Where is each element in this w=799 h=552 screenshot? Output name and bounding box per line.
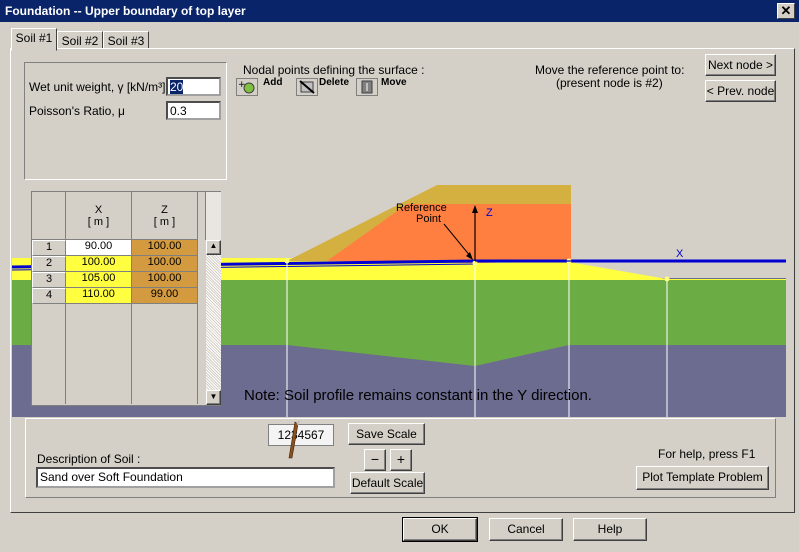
- zoom-in-button[interactable]: +: [390, 449, 412, 471]
- nodal-table[interactable]: X [ m ] Z [ m ] 1 90.00 100.00 2 100.00 …: [31, 191, 221, 406]
- tab-soil-3-label: Soil #3: [107, 34, 145, 48]
- row-number[interactable]: 1: [32, 240, 66, 256]
- node-point-1[interactable]: [284, 258, 290, 264]
- table-vertical-scrollbar[interactable]: ▲ ▼: [206, 192, 221, 405]
- window-title-bar: Foundation -- Upper boundary of top laye…: [0, 0, 799, 22]
- soil-description-label: Description of Soil :: [37, 452, 141, 466]
- row-number[interactable]: 4: [32, 288, 66, 304]
- zoom-in-icon: +: [396, 451, 406, 467]
- row-number[interactable]: 3: [32, 272, 66, 288]
- z-column-header: Z [ m ]: [132, 192, 198, 240]
- zoom-out-button[interactable]: −: [364, 449, 386, 471]
- table-separator: [197, 304, 198, 404]
- next-node-button[interactable]: Next node >: [705, 54, 776, 76]
- x-header-text: X: [94, 204, 103, 216]
- unit-weight-label: Wet unit weight, γ [kN/m³]: [29, 80, 166, 94]
- delete-node-button[interactable]: [296, 78, 318, 96]
- table-cell-z[interactable]: 100.00: [132, 272, 198, 288]
- header-filler: [198, 192, 206, 240]
- table-separator: [131, 304, 132, 404]
- table-cell-x[interactable]: 105.00: [66, 272, 132, 288]
- scale-pointer-icon[interactable]: [286, 420, 300, 464]
- tab-soil-1-label: Soil #1: [15, 31, 53, 45]
- z-header-text: Z: [161, 204, 168, 216]
- window-title: Foundation -- Upper boundary of top laye…: [5, 4, 246, 18]
- table-cell-x[interactable]: 90.00: [66, 240, 132, 256]
- reference-point-label-2: Point: [416, 213, 441, 225]
- scale-ruler[interactable]: 1234567: [268, 424, 334, 446]
- poisson-ratio-label: Poisson's Ratio, μ: [29, 104, 125, 118]
- save-scale-button[interactable]: Save Scale: [348, 423, 425, 445]
- add-node-icon: +: [238, 80, 255, 94]
- constant-y-note: Note: Soil profile remains constant in t…: [244, 387, 592, 404]
- unit-weight-value: 20: [170, 80, 184, 94]
- ok-button[interactable]: OK: [402, 517, 478, 542]
- prev-node-button[interactable]: < Prev. node: [705, 80, 776, 102]
- z-axis-label: Z: [486, 207, 493, 219]
- z-header-unit: [ m ]: [153, 216, 176, 228]
- add-node-button[interactable]: +: [236, 78, 258, 96]
- table-cell-z[interactable]: 100.00: [132, 256, 198, 272]
- present-node-indicator: (present node is #2): [556, 76, 663, 90]
- node-point-4[interactable]: [664, 276, 670, 282]
- scale-ruler-text: 1234567: [277, 428, 325, 442]
- row-number[interactable]: 2: [32, 256, 66, 272]
- table-cell-z[interactable]: 99.00: [132, 288, 198, 304]
- unit-weight-input[interactable]: 20: [166, 77, 221, 96]
- zoom-out-icon: −: [370, 451, 380, 467]
- close-button[interactable]: ✕: [777, 3, 795, 19]
- x-header-unit: [ m ]: [87, 216, 110, 228]
- svg-text:+: +: [238, 80, 246, 90]
- x-column-header: X [ m ]: [66, 192, 132, 240]
- add-node-label: Add: [263, 77, 283, 88]
- table-cell-z[interactable]: 100.00: [132, 240, 198, 256]
- move-node-icon: [361, 80, 373, 94]
- delete-node-label: Delete: [319, 77, 350, 88]
- plot-template-button[interactable]: Plot Template Problem: [636, 466, 769, 490]
- poisson-ratio-input[interactable]: 0.3: [166, 101, 221, 120]
- default-scale-button[interactable]: Default Scale: [350, 472, 425, 494]
- table-separator: [65, 304, 66, 404]
- scroll-up-button[interactable]: ▲: [206, 240, 221, 255]
- tab-soil-1[interactable]: Soil #1: [11, 28, 57, 51]
- help-hint: For help, press F1: [658, 447, 756, 461]
- x-axis-label: X: [676, 248, 684, 260]
- nodal-points-heading: Nodal points defining the surface :: [243, 63, 425, 77]
- table-cell-x[interactable]: 110.00: [66, 288, 132, 304]
- scroll-down-button[interactable]: ▼: [206, 390, 221, 405]
- reference-instruction: Move the reference point to:: [535, 63, 685, 77]
- arrow-down-icon: ▼: [209, 392, 218, 401]
- scroll-track[interactable]: [206, 255, 221, 390]
- soil-description-input[interactable]: Sand over Soft Foundation: [36, 467, 335, 488]
- move-node-button[interactable]: [356, 78, 378, 96]
- help-button[interactable]: Help: [573, 518, 647, 541]
- table-corner: [32, 192, 66, 240]
- close-icon: ✕: [780, 3, 792, 18]
- arrow-up-icon: ▲: [209, 241, 218, 250]
- cancel-button[interactable]: Cancel: [489, 518, 563, 541]
- table-cell-x[interactable]: 100.00: [66, 256, 132, 272]
- move-node-label: Move: [381, 77, 407, 88]
- tab-soil-2-label: Soil #2: [61, 34, 99, 48]
- delete-node-icon: [299, 80, 315, 94]
